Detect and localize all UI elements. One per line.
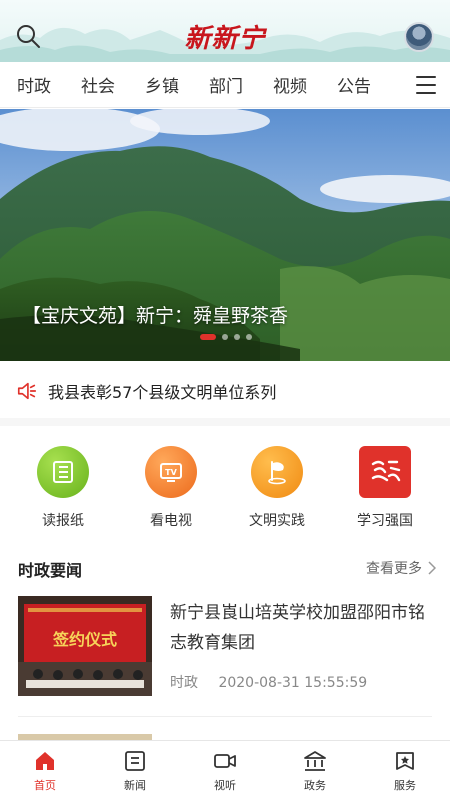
news-thumbnail[interactable]: 签约仪式	[18, 596, 152, 696]
bottom-nav-home[interactable]: 首页	[0, 741, 90, 800]
notice-text[interactable]: 我县表彰57个县级文明单位系列	[48, 379, 276, 403]
app-logo: 新新宁	[184, 23, 266, 54]
carousel-indicator	[200, 334, 252, 340]
search-button[interactable]	[12, 20, 44, 52]
view-more-label: 查看更多	[366, 561, 422, 577]
bottom-nav-government[interactable]: 政务	[270, 741, 360, 800]
section-header: 时政要闻 查看更多	[0, 553, 450, 583]
quick-link-label: 读报纸	[42, 513, 84, 529]
quick-link-civilization[interactable]: 文明实践	[232, 446, 322, 530]
quick-link-label: 文明实践	[249, 513, 305, 529]
view-more-link[interactable]: 查看更多	[366, 558, 436, 578]
quick-link-tv[interactable]: TV 看电视	[126, 446, 216, 530]
carousel-dot[interactable]	[246, 334, 252, 340]
news-icon	[123, 749, 147, 773]
newspaper-icon	[37, 446, 89, 498]
section-title: 时政要闻	[18, 561, 83, 580]
speaker-icon	[17, 382, 37, 400]
tab-announcements[interactable]: 公告	[322, 72, 386, 97]
user-avatar[interactable]	[404, 22, 434, 52]
tab-politics[interactable]: 时政	[2, 72, 66, 97]
news-time: 2020-08-31 15:55:59	[218, 675, 368, 691]
news-meta: 时政 2020-08-31 15:55:59	[170, 672, 383, 692]
quick-link-newspaper[interactable]: 读报纸	[18, 446, 108, 530]
home-icon	[33, 749, 57, 773]
bottom-navigation: 首页 新闻 视听 政务 服务	[0, 740, 450, 800]
channel-tabs: 时政 社会 乡镇 部门 视频 公告	[0, 62, 450, 108]
tab-departments[interactable]: 部门	[194, 72, 258, 97]
thumbnail-banner-text: 签约仪式	[52, 630, 117, 649]
tab-towns[interactable]: 乡镇	[130, 72, 194, 97]
hero-banner[interactable]: 【宝庆文苑】新宁：舜皇野茶香	[0, 109, 450, 361]
news-item[interactable]: 签约仪式 新宁县崀山培英学校加盟邵阳市铭志教育集团 时政 2020-08-31 …	[0, 596, 450, 700]
notice-bar[interactable]: 我县表彰57个县级文明单位系列	[0, 370, 450, 412]
quick-link-label: 看电视	[150, 513, 192, 529]
service-icon	[393, 749, 417, 773]
carousel-dot-active[interactable]	[200, 334, 216, 340]
bottom-nav-label: 新闻	[124, 778, 146, 792]
hamburger-menu-icon[interactable]	[416, 76, 436, 94]
section-separator	[0, 418, 450, 426]
tv-icon: TV	[145, 446, 197, 498]
news-category: 时政	[170, 675, 198, 691]
news-title[interactable]: 新宁县崀山培英学校加盟邵阳市铭志教育集团	[170, 598, 430, 658]
video-icon	[213, 749, 237, 773]
app-header: 新新宁	[0, 0, 450, 62]
bottom-nav-label: 服务	[394, 778, 416, 792]
bottom-nav-news[interactable]: 新闻	[90, 741, 180, 800]
carousel-dot[interactable]	[234, 334, 240, 340]
carousel-dot[interactable]	[222, 334, 228, 340]
list-divider	[18, 716, 432, 717]
bottom-nav-label: 首页	[34, 778, 56, 792]
xuexi-icon	[359, 446, 411, 498]
tab-society[interactable]: 社会	[66, 72, 130, 97]
bottom-nav-video[interactable]: 视听	[180, 741, 270, 800]
svg-text:TV: TV	[165, 468, 177, 477]
banner-caption[interactable]: 【宝庆文苑】新宁：舜皇野茶香	[22, 301, 288, 328]
government-icon	[303, 749, 327, 773]
bottom-nav-label: 视听	[214, 778, 236, 792]
quick-link-label: 学习强国	[357, 513, 413, 529]
quick-links: 读报纸 TV 看电视 文明实践 学习强国	[0, 446, 450, 536]
bottom-nav-label: 政务	[304, 778, 326, 792]
flag-icon	[251, 446, 303, 498]
tab-video[interactable]: 视频	[258, 72, 322, 97]
quick-link-xuexi[interactable]: 学习强国	[340, 446, 430, 530]
search-icon	[17, 25, 40, 48]
bottom-nav-service[interactable]: 服务	[360, 741, 450, 800]
chevron-right-icon	[428, 561, 436, 575]
